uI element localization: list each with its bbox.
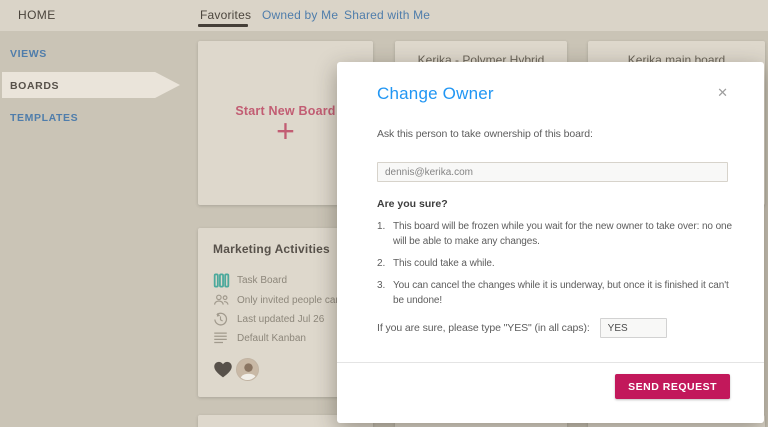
board-detail-text: Task Board bbox=[237, 275, 288, 286]
new-owner-email-input[interactable] bbox=[377, 162, 728, 182]
tab-owned-by-me[interactable]: Owned by Me bbox=[262, 8, 338, 22]
warning-number: 1. bbox=[377, 221, 386, 232]
close-icon[interactable]: ✕ bbox=[717, 86, 728, 99]
board-detail-text: Default Kanban bbox=[237, 333, 306, 344]
sidebar-item-boards-label: BOARDS bbox=[10, 80, 60, 92]
warning-item: 3. You can cancel the changes while it i… bbox=[377, 278, 737, 308]
are-you-sure-heading: Are you sure? bbox=[377, 198, 448, 210]
sidebar-item-views[interactable]: VIEWS bbox=[10, 48, 47, 60]
kanban-board-icon bbox=[213, 273, 230, 288]
warning-text: You can cancel the changes while it is u… bbox=[393, 280, 729, 306]
list-lines-icon bbox=[213, 331, 230, 346]
sidebar-item-boards[interactable]: BOARDS bbox=[2, 72, 180, 98]
home-screen: HOME Favorites Owned by Me Shared with M… bbox=[0, 0, 768, 427]
board-detail-row: Last updated Jul 26 bbox=[213, 312, 324, 327]
owner-avatar[interactable] bbox=[236, 358, 259, 381]
yes-confirmation-input[interactable] bbox=[599, 318, 667, 338]
home-label: HOME bbox=[18, 8, 56, 22]
card-footer bbox=[213, 358, 259, 381]
history-icon bbox=[213, 312, 230, 327]
board-card-title: Marketing Activities bbox=[213, 242, 330, 256]
header-bar: HOME Favorites Owned by Me Shared with M… bbox=[0, 0, 768, 31]
board-detail-row: Default Kanban bbox=[213, 331, 306, 346]
sidebar-item-templates[interactable]: TEMPLATES bbox=[10, 112, 78, 124]
warning-number: 3. bbox=[377, 280, 386, 291]
board-detail-text: Last updated Jul 26 bbox=[237, 314, 325, 325]
dialog-title: Change Owner bbox=[377, 84, 494, 103]
ownership-prompt-text: Ask this person to take ownership of thi… bbox=[377, 128, 593, 140]
warning-number: 2. bbox=[377, 258, 386, 269]
warning-text: This board will be frozen while you wait… bbox=[393, 221, 732, 247]
warning-list: 1. This board will be frozen while you w… bbox=[377, 219, 737, 315]
warning-item: 2. This could take a while. bbox=[377, 256, 737, 271]
warning-text: This could take a while. bbox=[393, 258, 495, 269]
board-detail-row: Task Board bbox=[213, 273, 287, 288]
tab-shared-with-me[interactable]: Shared with Me bbox=[344, 8, 430, 22]
warning-item: 1. This board will be frozen while you w… bbox=[377, 219, 737, 249]
tab-favorites[interactable]: Favorites bbox=[200, 8, 251, 22]
type-yes-label: If you are sure, please type "YES" (in a… bbox=[377, 322, 590, 334]
favorite-heart-icon[interactable] bbox=[213, 360, 233, 379]
change-owner-dialog: Change Owner ✕ Ask this person to take o… bbox=[337, 62, 764, 423]
send-request-button[interactable]: SEND REQUEST bbox=[615, 374, 730, 399]
footer-divider bbox=[337, 362, 764, 363]
active-tab-underline bbox=[198, 24, 248, 27]
people-icon bbox=[213, 293, 230, 308]
confirm-row: If you are sure, please type "YES" (in a… bbox=[377, 318, 667, 338]
